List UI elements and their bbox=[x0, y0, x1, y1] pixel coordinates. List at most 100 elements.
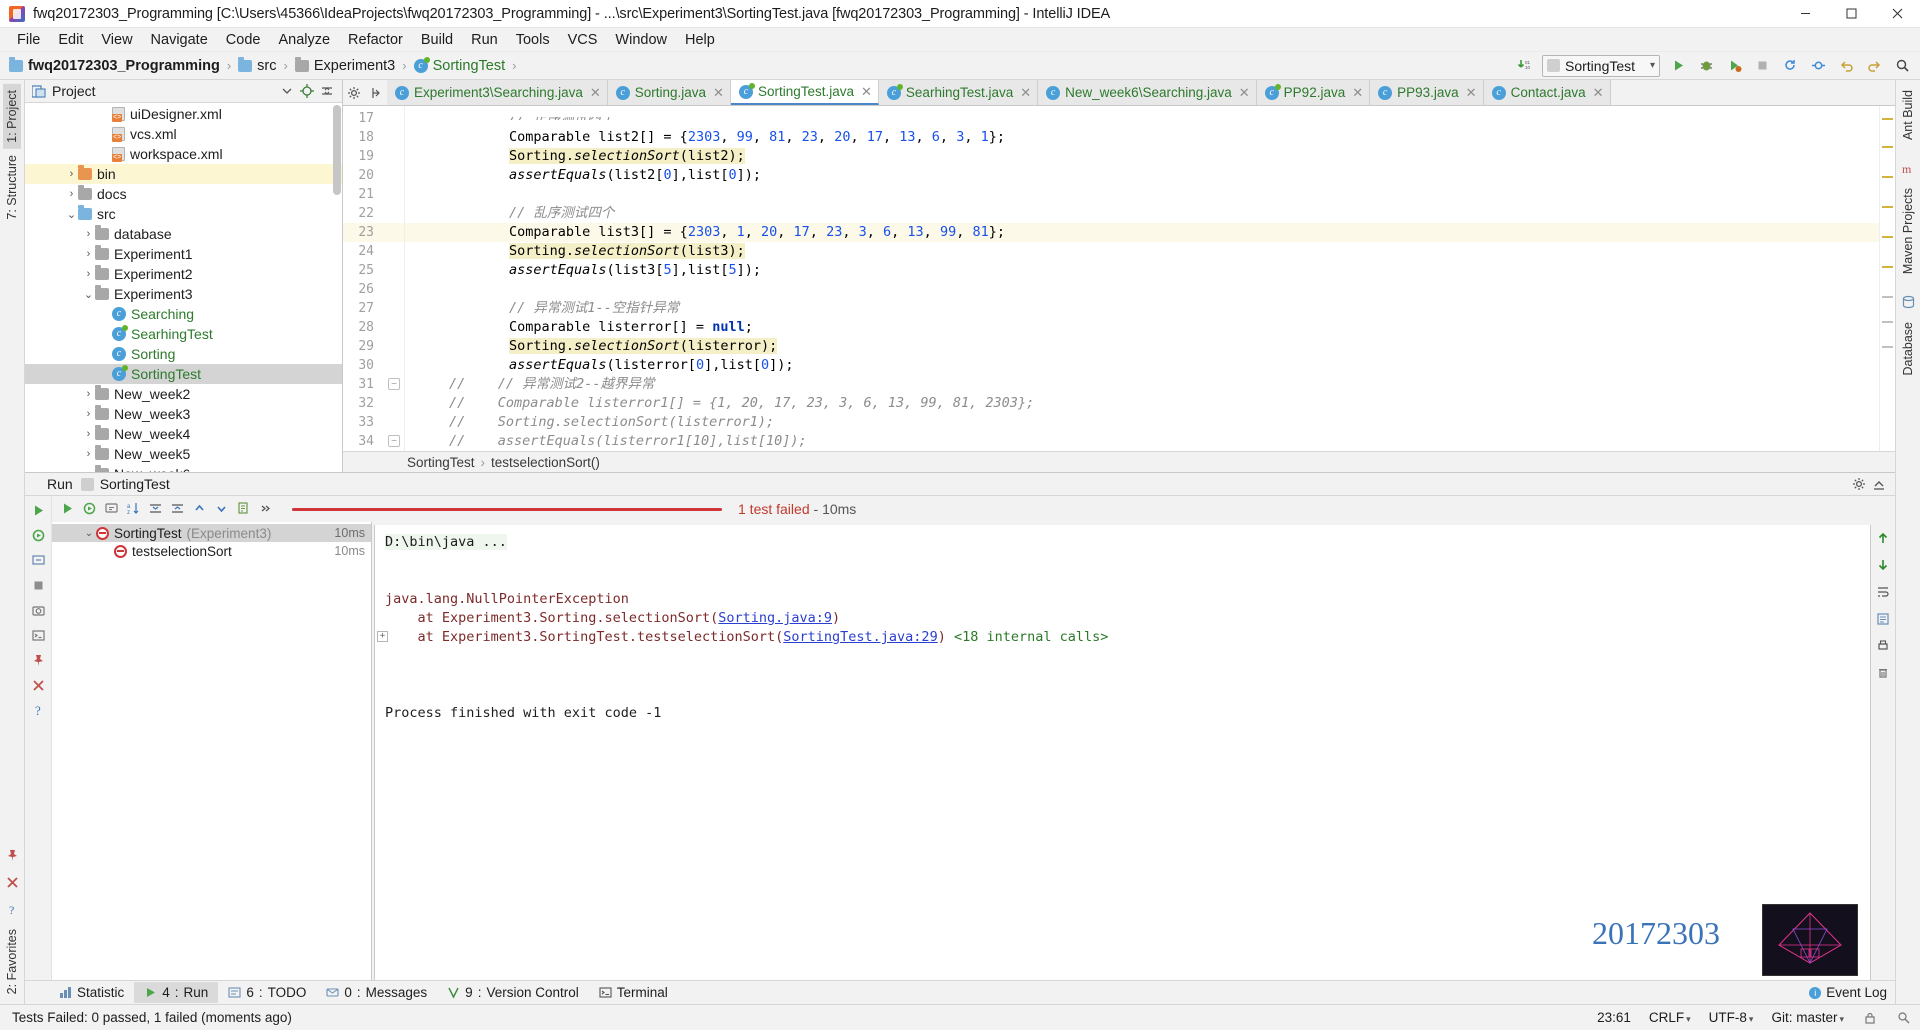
coverage-icon[interactable] bbox=[1721, 54, 1747, 78]
tree-node[interactable]: vcs.xml bbox=[25, 124, 342, 144]
git-branch[interactable]: Git: master ▾ bbox=[1771, 1010, 1844, 1025]
scroll-up-icon[interactable] bbox=[1873, 526, 1893, 550]
close-icon[interactable]: ✕ bbox=[1466, 85, 1477, 101]
editor-marker-column[interactable] bbox=[1879, 106, 1895, 451]
tree-node[interactable]: ⌄ New_week6 bbox=[25, 464, 342, 472]
close-icon[interactable] bbox=[4, 874, 21, 891]
menu-file[interactable]: File bbox=[8, 30, 49, 50]
rail-tab-project[interactable]: 1: Project bbox=[3, 84, 21, 149]
editor-tab[interactable]: c SortingTest.java ✕ bbox=[730, 80, 879, 105]
editor-tab[interactable]: c Sorting.java ✕ bbox=[607, 80, 731, 105]
clear-all-icon[interactable] bbox=[1873, 661, 1893, 685]
undo-icon[interactable] bbox=[1833, 54, 1859, 78]
file-encoding[interactable]: UTF-8 ▾ bbox=[1709, 1010, 1754, 1025]
run-configuration-selector[interactable]: SortingTest ▾ bbox=[1542, 54, 1660, 77]
bottom-tab-version-control[interactable]: 9: Version Control bbox=[437, 982, 589, 1003]
tree-node[interactable]: › New_week4 bbox=[25, 424, 342, 444]
editor-tab[interactable]: c Experiment3\Searching.java ✕ bbox=[387, 80, 608, 105]
code-line[interactable]: Comparable list3[] = {2303, 1, 20, 17, 2… bbox=[509, 223, 1005, 242]
rerun-failed-tests-icon[interactable] bbox=[78, 497, 100, 520]
soft-wrap-icon[interactable] bbox=[1873, 580, 1893, 604]
tree-node[interactable]: › Experiment1 bbox=[25, 244, 342, 264]
stacktrace-link[interactable]: Sorting.java:9 bbox=[718, 610, 832, 626]
rail-tab-favorites[interactable]: 2: Favorites bbox=[3, 923, 21, 1000]
editor-tab[interactable]: c New_week6\Searching.java ✕ bbox=[1038, 80, 1257, 105]
tree-node[interactable]: c SearhingTest bbox=[25, 324, 342, 344]
breadcrumb-src[interactable]: src bbox=[235, 56, 279, 75]
tree-node[interactable]: c SortingTest bbox=[25, 364, 342, 384]
redo-icon[interactable] bbox=[1861, 54, 1887, 78]
rail-tab-maven-projects[interactable]: Maven Projects bbox=[1899, 182, 1917, 280]
menu-edit[interactable]: Edit bbox=[49, 30, 92, 50]
expand-trace-icon[interactable]: + bbox=[377, 631, 388, 642]
expand-all-icon[interactable] bbox=[144, 497, 166, 520]
menu-analyze[interactable]: Analyze bbox=[269, 30, 339, 50]
breadcrumb-class[interactable]: SortingTest bbox=[407, 455, 475, 470]
tree-node[interactable]: › database bbox=[25, 224, 342, 244]
debug-icon[interactable] bbox=[1693, 54, 1719, 78]
tree-node[interactable]: › New_week5 bbox=[25, 444, 342, 464]
project-tree-scrollbar[interactable] bbox=[333, 105, 341, 195]
chevron-down-icon[interactable] bbox=[277, 81, 297, 101]
close-icon[interactable]: ✕ bbox=[713, 85, 724, 101]
caret-position[interactable]: 23:61 bbox=[1597, 1010, 1631, 1025]
code-line[interactable]: assertEquals(list3[5],list[5]); bbox=[509, 261, 761, 280]
gear-icon[interactable] bbox=[1849, 474, 1869, 494]
rerun-icon[interactable] bbox=[56, 497, 78, 520]
close-icon[interactable]: ✕ bbox=[1352, 85, 1363, 101]
chevron-right-icon[interactable]: › bbox=[82, 408, 95, 420]
test-row[interactable]: testselectionSort 10ms bbox=[52, 542, 371, 560]
close-icon[interactable]: ✕ bbox=[1239, 85, 1250, 101]
chevron-down-icon[interactable]: ⌄ bbox=[65, 208, 78, 221]
bottom-tab-messages[interactable]: 0: Messages bbox=[316, 982, 437, 1003]
prev-failed-icon[interactable] bbox=[188, 497, 210, 520]
menu-build[interactable]: Build bbox=[412, 30, 462, 50]
next-failed-icon[interactable] bbox=[210, 497, 232, 520]
menu-code[interactable]: Code bbox=[217, 30, 270, 50]
test-results-tree[interactable]: ⌄ SortingTest (Experiment3) 10ms testselecti… bbox=[52, 522, 372, 980]
breadcrumb-method[interactable]: testselectionSort() bbox=[491, 455, 600, 470]
editor-tab[interactable]: c SearhingTest.java ✕ bbox=[878, 80, 1039, 105]
more-icon[interactable] bbox=[254, 497, 276, 520]
code-line[interactable]: Comparable list2[] = {2303, 99, 81, 23, … bbox=[509, 128, 1005, 147]
code-line[interactable]: Comparable listerror[] = null; bbox=[509, 318, 753, 337]
locate-icon[interactable] bbox=[297, 81, 317, 101]
run-icon[interactable] bbox=[27, 499, 49, 522]
close-icon[interactable] bbox=[27, 674, 49, 697]
code-line[interactable]: // assertEquals(listerror1[10],list[10])… bbox=[449, 432, 807, 451]
tree-node[interactable]: › New_week2 bbox=[25, 384, 342, 404]
breadcrumb-experiment3[interactable]: Experiment3 bbox=[292, 56, 398, 75]
editor-tab[interactable]: c PP93.java ✕ bbox=[1370, 80, 1484, 105]
rerun-failed-icon[interactable] bbox=[27, 524, 49, 547]
scroll-from-source-icon[interactable] bbox=[365, 80, 387, 105]
pin-icon[interactable] bbox=[4, 847, 21, 864]
code-line[interactable]: Sorting.selectionSort(listerror); bbox=[509, 337, 778, 356]
maximize-icon[interactable] bbox=[1828, 0, 1874, 28]
update-project-icon[interactable] bbox=[1777, 54, 1803, 78]
chevron-right-icon[interactable]: › bbox=[65, 188, 78, 200]
code-line[interactable]: Sorting.selectionSort(list2); bbox=[509, 147, 745, 166]
close-icon[interactable]: ✕ bbox=[861, 84, 872, 100]
breadcrumb-sortingtest[interactable]: c SortingTest bbox=[411, 56, 509, 75]
internal-calls-label[interactable]: <18 internal calls> bbox=[946, 629, 1108, 645]
tree-node[interactable]: › bin bbox=[25, 164, 342, 184]
tree-node[interactable]: ⌄ Experiment3 bbox=[25, 284, 342, 304]
code-line[interactable]: assertEquals(listerror[0],list[0]); bbox=[509, 356, 794, 375]
stop-icon[interactable] bbox=[1749, 54, 1775, 78]
tree-node[interactable]: › Experiment2 bbox=[25, 264, 342, 284]
tree-node[interactable]: workspace.xml bbox=[25, 144, 342, 164]
minimize-icon[interactable] bbox=[1782, 0, 1828, 28]
code-line[interactable]: // Comparable listerror1[] = {1, 20, 17,… bbox=[449, 394, 1034, 413]
code-line[interactable]: Sorting.selectionSort(list3); bbox=[509, 242, 745, 261]
inspection-icon[interactable] bbox=[1896, 1010, 1912, 1026]
collapse-all-icon[interactable] bbox=[317, 81, 337, 101]
rail-tab-ant-build[interactable]: Ant Build bbox=[1899, 84, 1917, 146]
code-line[interactable]: // 正序测试四个 bbox=[509, 117, 614, 120]
help-icon[interactable]: ? bbox=[4, 901, 21, 918]
bottom-tab-terminal[interactable]: Terminal bbox=[589, 982, 678, 1003]
bottom-tab-statistic[interactable]: Statistic bbox=[49, 982, 134, 1003]
chevron-right-icon[interactable]: › bbox=[82, 428, 95, 440]
run-icon[interactable] bbox=[1665, 54, 1691, 78]
menu-view[interactable]: View bbox=[92, 30, 141, 50]
editor-gutter[interactable]: 171819202122232425262728293031−323334−35… bbox=[343, 106, 405, 451]
